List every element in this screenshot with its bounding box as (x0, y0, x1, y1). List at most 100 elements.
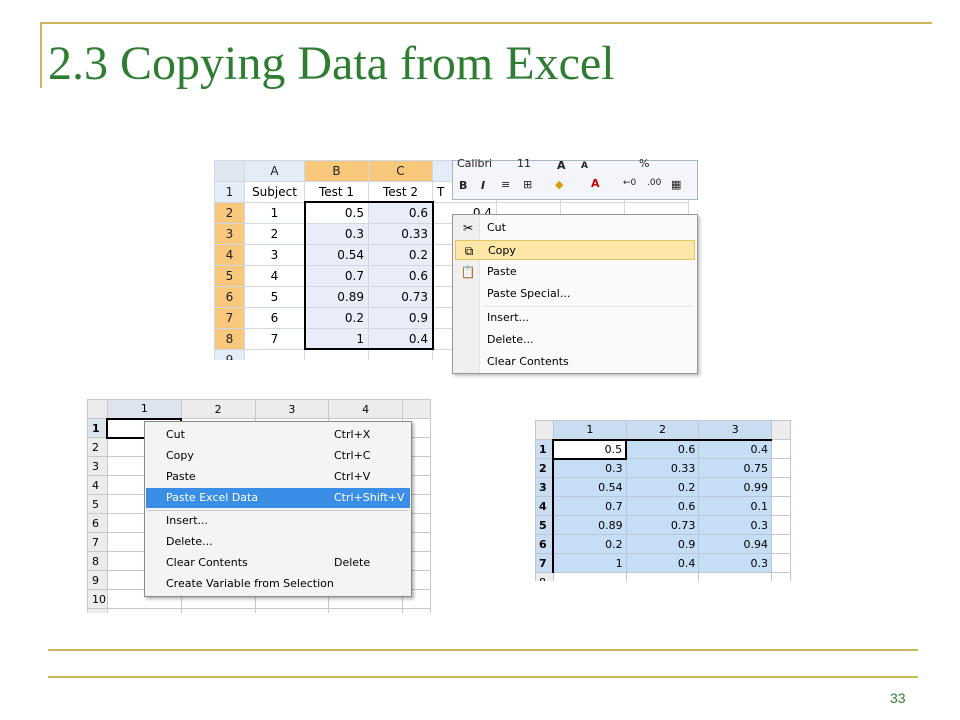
select-all-corner[interactable] (214, 160, 245, 182)
column-header[interactable]: 3 (698, 420, 773, 441)
cell[interactable] (771, 534, 791, 554)
menu-item-paste-special[interactable]: Paste Special... (455, 284, 695, 304)
menu-item-delete[interactable]: Delete... (146, 532, 410, 552)
cell[interactable]: 0.33 (368, 223, 433, 245)
cell[interactable]: 0.3 (698, 553, 773, 573)
row-header[interactable]: 2 (87, 437, 108, 457)
cell[interactable]: 0.6 (625, 439, 700, 459)
decrease-decimal-icon[interactable]: .00 (647, 178, 661, 188)
cell[interactable]: 0.73 (368, 286, 433, 308)
column-header[interactable]: C (368, 160, 433, 182)
fill-color-icon[interactable]: ◆ (555, 178, 563, 191)
column-header[interactable]: 2 (180, 399, 256, 419)
column-header[interactable]: 2 (625, 420, 700, 441)
row-header[interactable]: 5 (214, 265, 245, 287)
cell[interactable]: 0.73 (625, 515, 700, 535)
column-header[interactable]: B (304, 160, 369, 182)
borders-icon[interactable]: ⊞ (523, 178, 532, 191)
cell[interactable] (771, 572, 791, 581)
row-header[interactable]: 7 (87, 532, 108, 552)
menu-item-clear-contents[interactable]: Clear Contents (455, 352, 695, 372)
cell[interactable] (254, 608, 330, 613)
cell[interactable]: 7 (244, 328, 305, 350)
cell[interactable] (625, 572, 700, 581)
cell[interactable]: 0.94 (698, 534, 773, 554)
percent-style-button[interactable]: % (639, 157, 649, 170)
cell[interactable] (771, 553, 791, 573)
cell[interactable] (771, 496, 791, 516)
row-header[interactable]: 3 (87, 456, 108, 476)
column-header[interactable]: A (244, 160, 305, 182)
bold-button[interactable]: B (459, 179, 467, 192)
cell[interactable]: 1 (244, 202, 305, 224)
row-header[interactable]: 5 (87, 494, 108, 514)
corner-cell[interactable] (535, 420, 554, 440)
menu-item-insert[interactable]: Insert... (455, 308, 695, 328)
menu-item-paste[interactable]: 📋 Paste (455, 262, 695, 282)
menu-item-create-variable[interactable]: Create Variable from Selection (146, 574, 410, 594)
cell[interactable]: 0.54 (304, 244, 369, 266)
row-header[interactable]: 5 (535, 515, 555, 535)
cell[interactable] (771, 477, 791, 497)
cell[interactable] (771, 439, 791, 459)
font-color-icon[interactable]: A (591, 177, 600, 190)
cell[interactable] (180, 608, 256, 613)
cell[interactable]: 3 (244, 244, 305, 266)
align-center-icon[interactable]: ≡ (501, 178, 510, 191)
row-header[interactable]: 8 (87, 551, 108, 571)
font-size-box[interactable]: 11 (517, 157, 531, 170)
cell[interactable]: 0.7 (552, 496, 627, 516)
column-header[interactable]: 1 (552, 420, 627, 441)
cell[interactable]: 0.5 (304, 202, 369, 224)
cell[interactable]: 0.89 (304, 286, 369, 308)
menu-item-cut[interactable]: Cut Ctrl+X (146, 425, 410, 445)
column-header[interactable]: 1 (106, 399, 182, 420)
cell[interactable]: 0.2 (304, 307, 369, 329)
cell[interactable]: 1 (552, 553, 627, 573)
row-header[interactable]: 8 (535, 572, 554, 581)
cell[interactable]: 0.4 (368, 328, 433, 350)
cell[interactable] (771, 515, 791, 535)
merge-cells-icon[interactable]: ▦ (671, 178, 681, 191)
row-header[interactable]: 7 (214, 307, 245, 329)
menu-item-copy[interactable]: Copy Ctrl+C (146, 446, 410, 466)
cell[interactable] (552, 572, 627, 581)
row-header[interactable]: 11 (87, 608, 108, 613)
menu-item-insert[interactable]: Insert... (146, 511, 410, 531)
cell[interactable]: 0.54 (552, 477, 627, 497)
cell[interactable]: 0.2 (625, 477, 700, 497)
row-header[interactable]: 9 (87, 570, 108, 590)
cell[interactable] (771, 458, 791, 478)
cell[interactable]: Test 1 (304, 181, 369, 203)
row-header[interactable]: 3 (535, 477, 555, 497)
cell[interactable]: 0.33 (625, 458, 700, 478)
cell[interactable]: 4 (244, 265, 305, 287)
cell[interactable]: 0.6 (368, 202, 433, 224)
menu-item-paste[interactable]: Paste Ctrl+V (146, 467, 410, 487)
cell[interactable]: 0.3 (698, 515, 773, 535)
increase-decimal-icon[interactable]: ←0 (623, 178, 636, 188)
row-header[interactable]: 9 (214, 349, 245, 360)
cell[interactable]: 0.3 (304, 223, 369, 245)
cell[interactable] (402, 608, 431, 613)
row-header[interactable]: 1 (87, 418, 108, 438)
cell[interactable]: 0.7 (304, 265, 369, 287)
row-header[interactable]: 2 (535, 458, 555, 478)
row-header[interactable]: 6 (535, 534, 555, 554)
row-header[interactable]: 6 (87, 513, 108, 533)
cell[interactable]: 5 (244, 286, 305, 308)
cell[interactable] (304, 349, 369, 360)
column-header[interactable]: 4 (328, 399, 404, 419)
cell[interactable]: 0.9 (625, 534, 700, 554)
row-header[interactable]: 4 (87, 475, 108, 495)
cell[interactable]: 0.1 (698, 496, 773, 516)
cell[interactable]: 0.6 (625, 496, 700, 516)
cell[interactable]: 0.4 (698, 439, 773, 459)
cell[interactable]: 0.75 (698, 458, 773, 478)
cell[interactable] (106, 608, 182, 613)
cell[interactable]: 0.2 (552, 534, 627, 554)
row-header[interactable]: 10 (87, 589, 108, 609)
shrink-font-icon[interactable]: A (581, 161, 588, 171)
cell[interactable]: Test 2 (368, 181, 433, 203)
row-header[interactable]: 2 (214, 202, 245, 224)
